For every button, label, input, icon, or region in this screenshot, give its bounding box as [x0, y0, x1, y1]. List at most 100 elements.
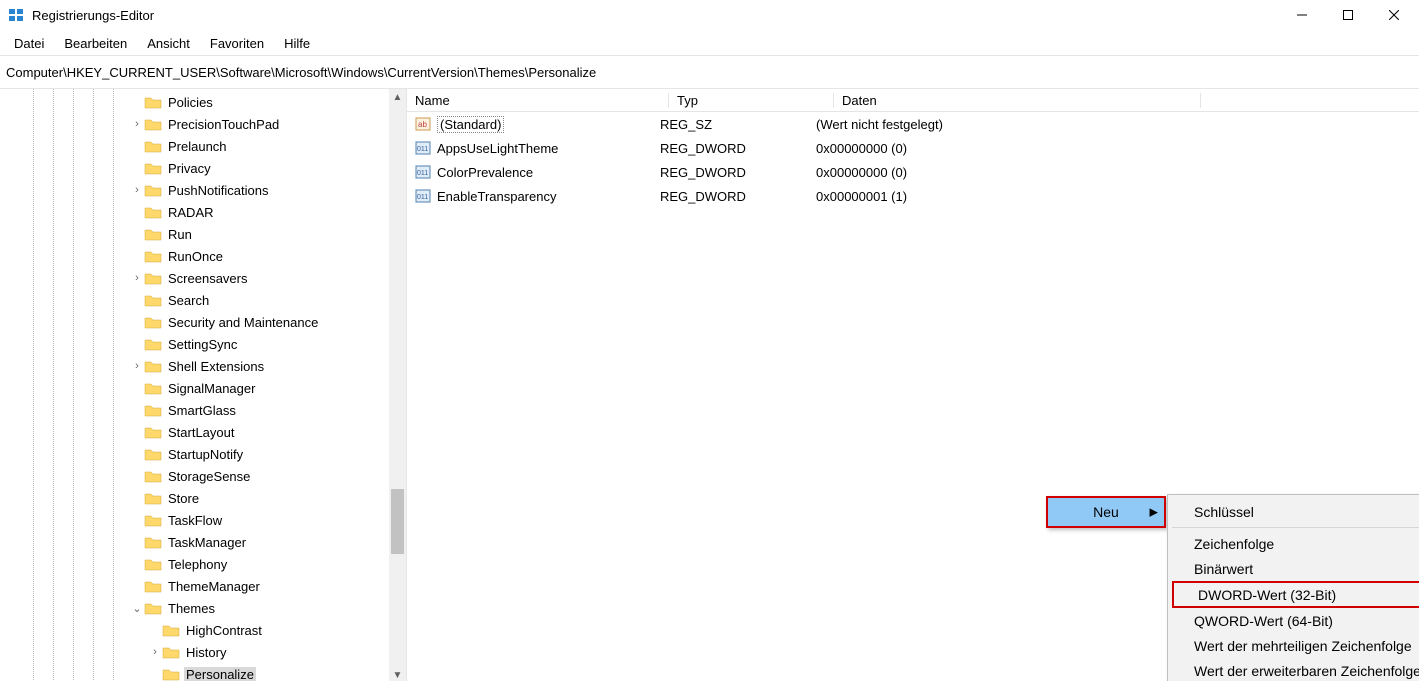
svg-text:011: 011 — [417, 170, 428, 177]
scroll-up-icon[interactable]: ▲ — [389, 89, 406, 106]
tree-node-security-and-maintenance[interactable]: Security and Maintenance — [130, 311, 406, 333]
menu-item-wert-der-mehrteiligen-zeichenfolge[interactable]: Wert der mehrteiligen Zeichenfolge — [1170, 633, 1419, 658]
folder-icon — [144, 601, 162, 615]
tree-node-screensavers[interactable]: ›Screensavers — [130, 267, 406, 289]
menu-ansicht[interactable]: Ansicht — [139, 34, 198, 53]
tree-node-telephony[interactable]: Telephony — [130, 553, 406, 575]
value-row[interactable]: 011ColorPrevalenceREG_DWORD0x00000000 (0… — [407, 160, 1419, 184]
tree-node-label: Store — [166, 491, 201, 506]
value-row[interactable]: 011AppsUseLightThemeREG_DWORD0x00000000 … — [407, 136, 1419, 160]
tree-node-label: Run — [166, 227, 194, 242]
tree-node-shell-extensions[interactable]: ›Shell Extensions — [130, 355, 406, 377]
folder-icon — [144, 381, 162, 395]
tree-node-label: StartLayout — [166, 425, 237, 440]
expand-icon[interactable]: › — [130, 360, 144, 372]
expand-icon[interactable]: › — [130, 118, 144, 130]
tree-node-storagesense[interactable]: StorageSense — [130, 465, 406, 487]
close-button[interactable] — [1371, 0, 1417, 30]
expand-icon[interactable]: › — [148, 646, 162, 658]
value-type: REG_DWORD — [652, 165, 808, 180]
menu-hilfe[interactable]: Hilfe — [276, 34, 318, 53]
folder-icon — [144, 293, 162, 307]
tree-node-precisiontouchpad[interactable]: ›PrecisionTouchPad — [130, 113, 406, 135]
menu-bearbeiten[interactable]: Bearbeiten — [56, 34, 135, 53]
tree-node-smartglass[interactable]: SmartGlass — [130, 399, 406, 421]
folder-icon — [144, 513, 162, 527]
scroll-thumb[interactable] — [391, 489, 404, 554]
maximize-button[interactable] — [1325, 0, 1371, 30]
menu-item-dword-wert-32-bit-[interactable]: DWORD-Wert (32-Bit) — [1172, 581, 1419, 608]
tree-node-label: Telephony — [166, 557, 229, 572]
tree-node-taskmanager[interactable]: TaskManager — [130, 531, 406, 553]
tree-node-themes[interactable]: ⌄Themes — [130, 597, 406, 619]
menubar: DateiBearbeitenAnsichtFavoritenHilfe — [0, 31, 1419, 55]
value-data: 0x00000000 (0) — [808, 165, 907, 180]
column-name[interactable]: Name — [407, 93, 669, 108]
column-type[interactable]: Typ — [669, 93, 834, 108]
value-type: REG_DWORD — [652, 189, 808, 204]
tree-node-label: History — [184, 645, 228, 660]
tree-node-store[interactable]: Store — [130, 487, 406, 509]
folder-icon — [144, 579, 162, 593]
svg-text:ab: ab — [418, 120, 427, 129]
folder-icon — [144, 161, 162, 175]
value-row[interactable]: ab(Standard)REG_SZ(Wert nicht festgelegt… — [407, 112, 1419, 136]
expand-icon[interactable]: › — [130, 184, 144, 196]
folder-icon — [144, 491, 162, 505]
address-path: Computer\HKEY_CURRENT_USER\Software\Micr… — [6, 65, 596, 80]
tree-node-privacy[interactable]: Privacy — [130, 157, 406, 179]
tree-node-policies[interactable]: Policies — [130, 91, 406, 113]
tree-node-label: StartupNotify — [166, 447, 245, 462]
tree-node-taskflow[interactable]: TaskFlow — [130, 509, 406, 531]
value-name: EnableTransparency — [437, 189, 556, 204]
menu-item-bin-rwert[interactable]: Binärwert — [1170, 556, 1419, 581]
tree-node-label: TaskFlow — [166, 513, 224, 528]
tree-node-startupnotify[interactable]: StartupNotify — [130, 443, 406, 465]
folder-icon — [144, 95, 162, 109]
tree-scrollbar[interactable]: ▲ ▼ — [389, 89, 406, 681]
submenu-arrow-icon: ▶ — [1150, 506, 1158, 519]
tree-node-radar[interactable]: RADAR — [130, 201, 406, 223]
scroll-down-icon[interactable]: ▼ — [389, 667, 406, 681]
tree-node-label: ThemeManager — [166, 579, 262, 594]
tree-node-label: Privacy — [166, 161, 213, 176]
minimize-button[interactable] — [1279, 0, 1325, 30]
tree-node-signalmanager[interactable]: SignalManager — [130, 377, 406, 399]
collapse-icon[interactable]: ⌄ — [130, 602, 144, 615]
tree-node-history[interactable]: › History — [130, 641, 406, 663]
folder-icon — [144, 425, 162, 439]
tree-node-run[interactable]: Run — [130, 223, 406, 245]
reg-sz-icon: ab — [415, 116, 431, 132]
context-menu-new[interactable]: Neu ▶ — [1046, 496, 1166, 528]
tree-node-highcontrast[interactable]: HighContrast — [130, 619, 406, 641]
folder-icon — [144, 183, 162, 197]
tree-node-label: HighContrast — [184, 623, 264, 638]
menu-item-schl-ssel[interactable]: Schlüssel — [1170, 499, 1419, 524]
value-data: (Wert nicht festgelegt) — [808, 117, 943, 132]
tree-node-pushnotifications[interactable]: ›PushNotifications — [130, 179, 406, 201]
tree-node-personalize[interactable]: Personalize — [130, 663, 406, 681]
folder-icon — [144, 469, 162, 483]
tree-node-label: Search — [166, 293, 211, 308]
tree-node-label: Security and Maintenance — [166, 315, 320, 330]
column-data[interactable]: Daten — [834, 93, 1201, 108]
menu-favoriten[interactable]: Favoriten — [202, 34, 272, 53]
address-bar[interactable]: Computer\HKEY_CURRENT_USER\Software\Micr… — [0, 55, 1419, 89]
menu-item-qword-wert-64-bit-[interactable]: QWORD-Wert (64-Bit) — [1170, 608, 1419, 633]
value-type: REG_SZ — [652, 117, 808, 132]
value-row[interactable]: 011EnableTransparencyREG_DWORD0x00000001… — [407, 184, 1419, 208]
tree-list[interactable]: Policies›PrecisionTouchPadPrelaunch Priva… — [130, 89, 406, 681]
tree-node-search[interactable]: Search — [130, 289, 406, 311]
tree-node-settingsync[interactable]: SettingSync — [130, 333, 406, 355]
tree-node-prelaunch[interactable]: Prelaunch — [130, 135, 406, 157]
expand-icon[interactable]: › — [130, 272, 144, 284]
folder-icon — [162, 645, 180, 659]
tree-node-thememanager[interactable]: ThemeManager — [130, 575, 406, 597]
tree-node-startlayout[interactable]: StartLayout — [130, 421, 406, 443]
menu-datei[interactable]: Datei — [6, 34, 52, 53]
menu-item-zeichenfolge[interactable]: Zeichenfolge — [1170, 531, 1419, 556]
reg-dword-icon: 011 — [415, 140, 431, 156]
tree-node-runonce[interactable]: RunOnce — [130, 245, 406, 267]
list-body[interactable]: ab(Standard)REG_SZ(Wert nicht festgelegt… — [407, 112, 1419, 208]
menu-item-wert-der-erweiterbaren-zeichenfolge[interactable]: Wert der erweiterbaren Zeichenfolge — [1170, 658, 1419, 681]
